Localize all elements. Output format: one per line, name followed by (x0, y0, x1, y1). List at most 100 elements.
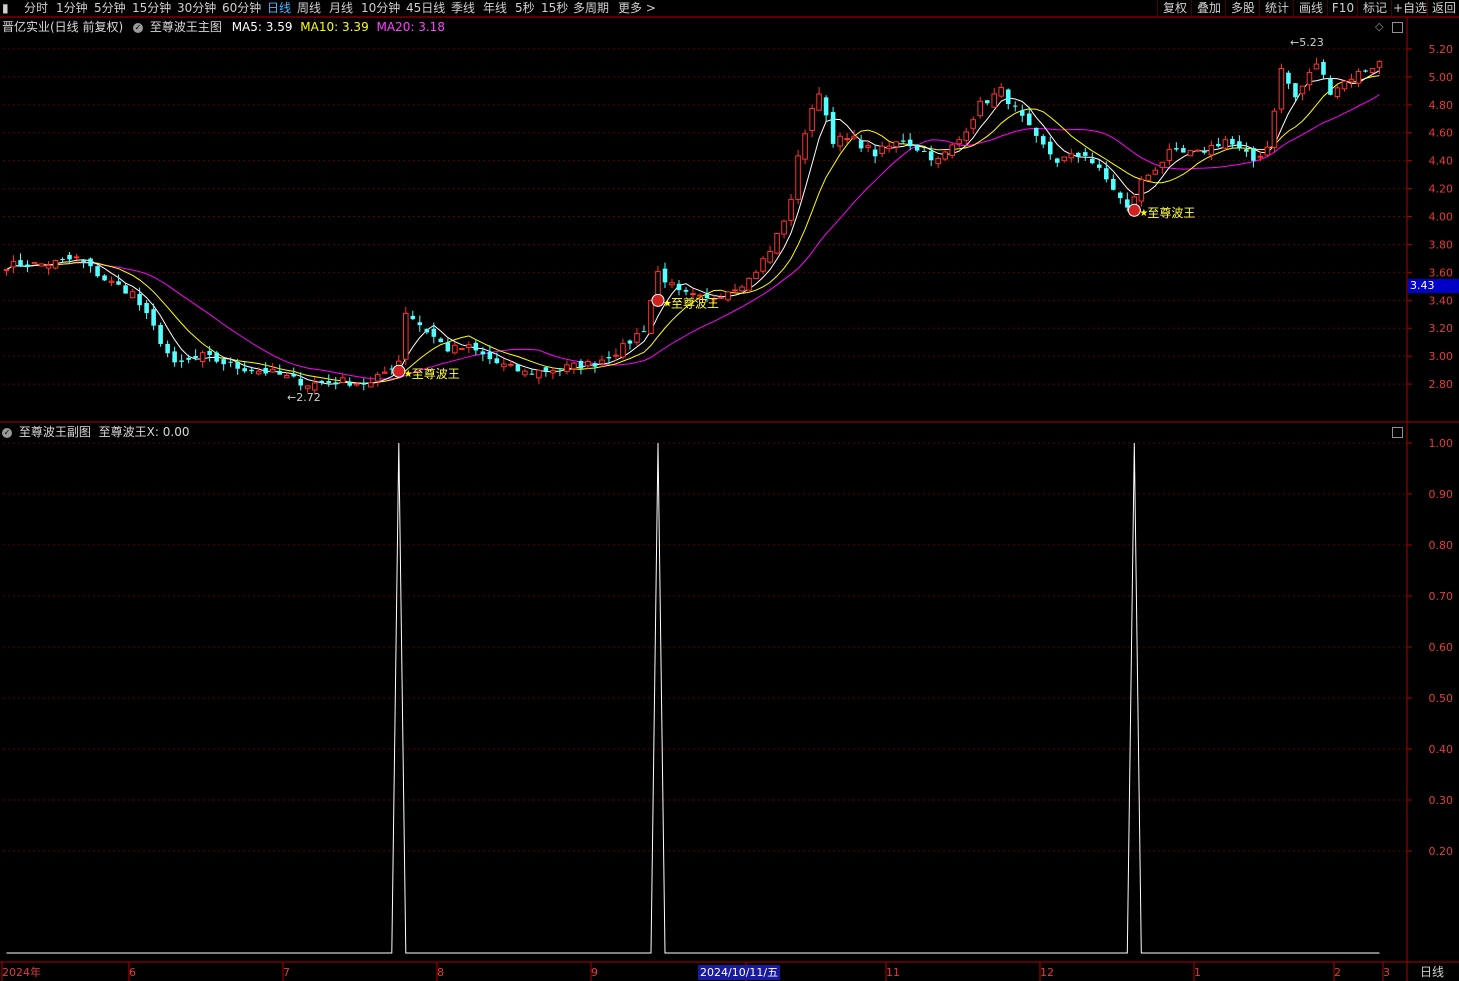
candle-body-down (494, 358, 500, 364)
candle-body-up (599, 359, 605, 365)
candle-body-up (1299, 85, 1306, 95)
candle-body-down (1012, 105, 1018, 107)
candle-body-down (921, 150, 927, 152)
candle-body-up (452, 344, 458, 354)
candle-body-up (690, 293, 696, 296)
candle-body-down (676, 283, 682, 291)
main-tick-label: 5.00 (1429, 71, 1454, 84)
candle-body-down (1363, 70, 1368, 72)
candle-body-down (592, 363, 598, 367)
candle-body-up (52, 259, 59, 269)
candle-body-up (753, 271, 759, 280)
sub-tick-label: 0.50 (1429, 692, 1454, 705)
ma10-line (6, 75, 1380, 385)
candle-body-down (1286, 72, 1291, 84)
candle-body-up (942, 151, 948, 160)
candle-body-up (1341, 80, 1348, 90)
candle-body-down (1104, 168, 1109, 180)
kline-chart[interactable]: ★ 至尊波王★ 至尊波王★ 至尊波王 2.803.003.203.403.603.80… (0, 0, 1459, 981)
diamond-icon[interactable]: ◇ (1375, 20, 1383, 33)
main-tick-label: 3.20 (1429, 322, 1454, 335)
sub-tick-label: 0.40 (1429, 743, 1454, 756)
candle-body-up (1278, 68, 1285, 110)
candle-body-up (844, 138, 850, 141)
candle-body-up (1348, 78, 1355, 83)
candle-body-up (31, 262, 38, 265)
candle-body-down (1083, 152, 1088, 156)
main-tick-label: 5.20 (1429, 43, 1454, 56)
sub-tick-label: 0.80 (1429, 539, 1454, 552)
low-annotation: ←2.72 (287, 391, 321, 404)
candle-body-down (277, 370, 282, 375)
candle-body-down (137, 294, 142, 306)
candle-body-up (536, 369, 542, 379)
ma20-line (6, 94, 1380, 380)
candle-body-up (788, 198, 794, 221)
candle-body-up (304, 385, 311, 389)
x-axis-label: 11 (886, 966, 900, 979)
main-tick-label: 3.80 (1429, 238, 1454, 251)
candle-body-down (361, 382, 367, 385)
candle-body-up (10, 261, 17, 268)
candle-body-down (830, 112, 836, 144)
candle-body-up (3, 269, 10, 272)
candle-body-down (1026, 113, 1032, 126)
main-tick-label: 3.00 (1429, 350, 1454, 363)
candle-body-up (38, 263, 45, 267)
candle-body-up (403, 312, 409, 360)
candle-body-down (1216, 143, 1221, 147)
candle-body-down (151, 309, 156, 326)
candle-body-up (1061, 156, 1068, 162)
candle-body-up (1166, 149, 1173, 161)
sub-window-icon[interactable] (1392, 427, 1403, 438)
candle-body-down (81, 260, 86, 263)
candle-body-down (1230, 138, 1235, 145)
candle-body-down (1033, 127, 1039, 136)
current-price-tag: 3.43 (1408, 279, 1459, 293)
candle-body-down (221, 359, 226, 365)
main-tick-label: 2.80 (1429, 378, 1454, 391)
candle-body-down (438, 338, 444, 343)
moving-average-lines (6, 70, 1380, 385)
candle-body-up (466, 344, 472, 349)
sub-tick-label: 1.00 (1429, 437, 1454, 450)
candle-body-up (949, 144, 955, 157)
candle-body-down (186, 357, 191, 360)
candle-body-down (1181, 148, 1186, 153)
x-axis-label: 2 (1334, 966, 1341, 979)
sub-tick-label: 0.20 (1429, 845, 1454, 858)
candle-body-down (627, 340, 633, 344)
candle-body-down (95, 266, 100, 277)
candle-body-up (746, 277, 752, 291)
date-highlight: 2024/10/11/五 (698, 965, 781, 980)
candle-body-down (102, 275, 107, 281)
candle-body-down (823, 97, 829, 116)
candle-body-down (914, 145, 920, 151)
candle-body-down (18, 260, 23, 267)
candle-body-up (837, 135, 843, 147)
candle-body-up (564, 364, 570, 373)
candle-body-down (487, 352, 493, 360)
candle-body-down (25, 264, 30, 268)
candle-body-down (347, 381, 353, 386)
window-icon[interactable] (1392, 22, 1403, 33)
candle-body-up (634, 333, 640, 343)
candle-body-up (781, 220, 787, 235)
candle-body-up (459, 348, 465, 351)
candle-body-up (760, 258, 766, 272)
candle-body-down (410, 315, 416, 320)
x-axis-label: 1 (1194, 966, 1201, 979)
candle-body-up (669, 282, 675, 286)
high-annotation: ←5.23 (1290, 36, 1324, 49)
candle-body-down (431, 328, 437, 337)
candle-body-up (893, 141, 899, 148)
candle-body-up (718, 296, 724, 299)
candle-body-up (73, 256, 80, 259)
candle-body-down (1125, 199, 1130, 208)
candle-body-down (333, 382, 339, 385)
main-tick-label: 4.20 (1429, 183, 1454, 196)
chart-frames (0, 16, 1459, 981)
candle-body-up (1271, 110, 1278, 148)
candle-body-up (1313, 63, 1320, 70)
candle-body-down (1076, 152, 1081, 157)
